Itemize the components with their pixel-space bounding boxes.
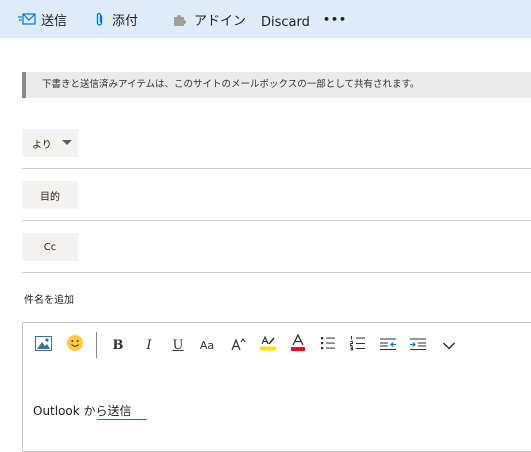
insert-emoji-button[interactable] [63, 323, 87, 367]
underline-icon: U [172, 337, 184, 353]
discard-button[interactable]: Discard [261, 3, 310, 41]
italic-icon: I [146, 337, 152, 353]
to-button[interactable]: 目的 [22, 181, 78, 209]
emoji-icon [66, 334, 84, 356]
insert-picture-button[interactable] [31, 323, 55, 367]
bold-icon: B [112, 337, 124, 353]
numbered-list-icon [350, 335, 366, 355]
cc-label: Cc [43, 241, 57, 253]
bullets-button[interactable] [316, 323, 340, 367]
highlighter-icon [259, 334, 277, 356]
puzzle-icon [172, 12, 188, 27]
command-bar: 送信 添付 アドイン Discard ••• [0, 0, 531, 38]
more-icon: ••• [323, 12, 348, 26]
italic-button[interactable]: I [138, 323, 160, 367]
discard-label: Discard [261, 14, 310, 30]
outdent-icon [379, 336, 397, 355]
send-button[interactable]: 送信 [18, 0, 67, 38]
grow-font-button[interactable] [227, 323, 251, 367]
font-size-button[interactable]: Aa [195, 323, 219, 367]
chevron-down-icon [62, 140, 72, 145]
attach-button[interactable]: 添付 [95, 0, 138, 38]
grow-font-icon [231, 336, 247, 355]
chevron-down-icon [442, 336, 456, 355]
addins-button[interactable]: アドイン [172, 0, 246, 38]
picture-icon [34, 335, 52, 355]
font-color-button[interactable] [286, 323, 310, 367]
divider [22, 220, 531, 221]
message-body-text: Outlook から送信 [33, 404, 132, 418]
to-label: 目的 [40, 191, 60, 203]
cc-button[interactable]: Cc [22, 233, 78, 261]
font-size-icon: Aa [199, 338, 215, 352]
from-label: より [32, 139, 52, 151]
underline-button[interactable]: U [167, 323, 189, 367]
send-label: 送信 [41, 13, 68, 29]
addins-label: アドイン [194, 13, 247, 29]
shared-mailbox-notice: 下書きと送信済みアイテムは、このサイトのメールボックスの一部として共有されます。 [22, 72, 531, 98]
toolbar-separator [96, 332, 97, 358]
notice-text: 下書きと送信済みアイテムは、このサイトのメールボックスの一部として共有されます。 [42, 79, 420, 90]
indent-icon [409, 336, 427, 355]
bold-button[interactable]: B [107, 323, 129, 367]
font-color-icon [290, 333, 306, 356]
more-options-button[interactable]: ••• [323, 0, 347, 38]
divider [22, 272, 531, 273]
send-icon [18, 12, 36, 26]
attach-label: 添付 [112, 13, 139, 29]
subject-placeholder: 件名を追加 [24, 295, 74, 306]
bullet-list-icon [320, 335, 336, 355]
paperclip-icon [95, 12, 104, 27]
more-formatting-button[interactable] [437, 323, 461, 367]
highlight-button[interactable] [256, 323, 280, 367]
decrease-indent-button[interactable] [376, 323, 400, 367]
divider [22, 168, 531, 169]
numbering-button[interactable] [346, 323, 370, 367]
from-button[interactable]: より [22, 129, 78, 157]
signature-link-underline [97, 419, 147, 420]
message-editor[interactable]: B I U Aa Outlook から送信 [22, 322, 531, 452]
increase-indent-button[interactable] [406, 323, 430, 367]
subject-input[interactable]: 件名を追加 [24, 291, 74, 306]
